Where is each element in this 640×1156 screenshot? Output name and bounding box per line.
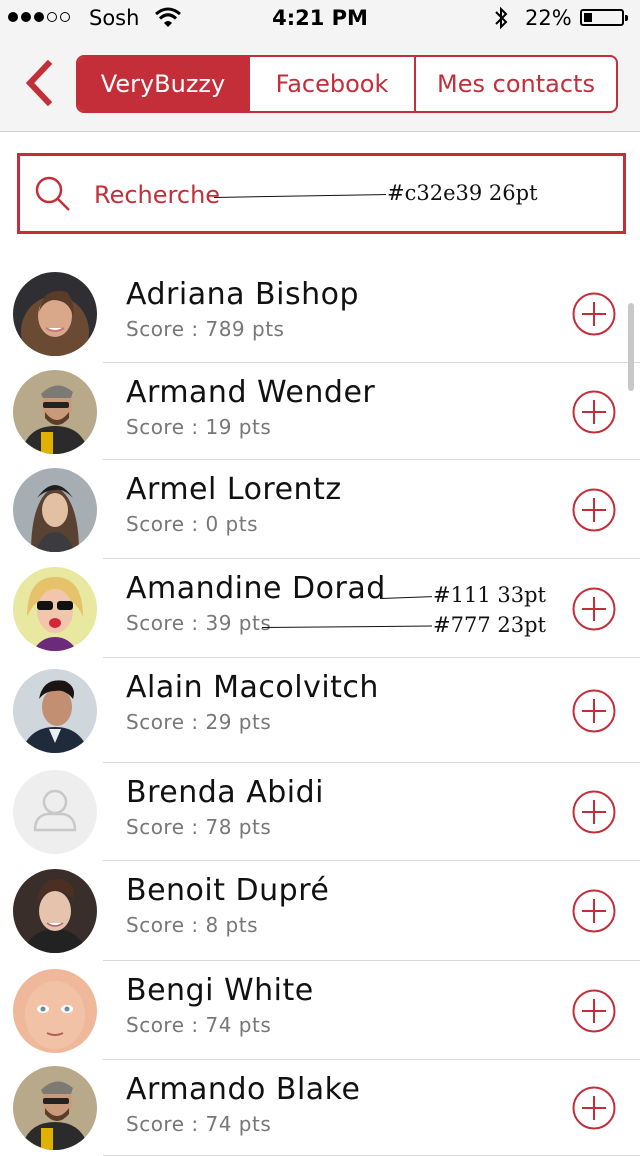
list-item[interactable]: Brenda Abidi Score : 78 pts <box>0 763 640 861</box>
avatar <box>13 369 97 454</box>
avatar <box>13 566 97 651</box>
status-bar: Sosh 4:21 PM 22% <box>0 0 640 36</box>
list-item[interactable]: Alain Macolvitch Score : 29 pts <box>0 658 640 763</box>
tab-verybuzzy[interactable]: VeryBuzzy <box>78 57 248 111</box>
add-contact-plus-icon[interactable] <box>572 488 616 532</box>
contact-name: Brenda Abidi <box>126 775 324 810</box>
avatar <box>13 272 97 356</box>
battery-icon <box>580 9 628 26</box>
contact-name: Armel Lorentz <box>126 472 342 507</box>
list-item[interactable]: Amandine Dorad Score : 39 pts <box>0 559 640 658</box>
avatar <box>13 869 97 953</box>
add-contact-plus-icon[interactable] <box>572 689 616 733</box>
add-contact-plus-icon[interactable] <box>572 790 616 834</box>
list-item[interactable]: Armel Lorentz Score : 0 pts <box>0 460 640 559</box>
add-contact-plus-icon[interactable] <box>572 587 616 631</box>
tab-mes-contacts[interactable]: Mes contacts <box>414 57 616 111</box>
list-item[interactable]: Bengi White Score : 74 pts <box>0 961 640 1060</box>
contact-name: Armand Wender <box>126 375 376 410</box>
add-contact-plus-icon[interactable] <box>572 292 616 336</box>
search-icon <box>35 176 70 211</box>
add-contact-plus-icon[interactable] <box>572 1086 616 1130</box>
scrollbar[interactable] <box>628 303 634 391</box>
contact-name: Alain Macolvitch <box>126 670 379 705</box>
bluetooth-icon <box>495 6 508 30</box>
avatar-placeholder <box>13 770 97 854</box>
tab-facebook[interactable]: Facebook <box>248 57 414 111</box>
contact-score: Score : 8 pts <box>126 913 259 937</box>
list-item[interactable]: Benoit Dupré Score : 8 pts <box>0 861 640 961</box>
source-tabs: VeryBuzzy Facebook Mes contacts <box>76 55 618 113</box>
list-item[interactable]: Armand Wender Score : 19 pts <box>0 363 640 460</box>
back-chevron-icon[interactable] <box>22 60 56 106</box>
contact-score: Score : 19 pts <box>126 415 272 439</box>
avatar <box>13 1066 97 1150</box>
contact-score: Score : 78 pts <box>126 815 272 839</box>
battery-percent: 22% <box>525 6 572 30</box>
avatar <box>13 968 97 1053</box>
avatar <box>13 467 97 552</box>
score-spec-annotation: #777 23pt <box>433 613 546 637</box>
contact-score: Score : 74 pts <box>126 1112 272 1136</box>
contact-score: Score : 29 pts <box>126 710 272 734</box>
contact-name: Benoit Dupré <box>126 873 330 908</box>
avatar <box>13 668 97 753</box>
add-contact-plus-icon[interactable] <box>572 889 616 933</box>
name-spec-annotation: #111 33pt <box>433 583 546 607</box>
add-contact-plus-icon[interactable] <box>572 989 616 1033</box>
list-item[interactable]: Armando Blake Score : 74 pts <box>0 1060 640 1156</box>
list-item[interactable]: Adriana Bishop Score : 789 pts <box>0 265 640 363</box>
contact-name: Armando Blake <box>126 1072 361 1107</box>
contact-score: Score : 39 pts <box>126 611 272 635</box>
contact-score: Score : 74 pts <box>126 1013 272 1037</box>
nav-bar: VeryBuzzy Facebook Mes contacts <box>0 36 640 132</box>
contact-name: Adriana Bishop <box>126 277 359 312</box>
search-spec-annotation: #c32e39 26pt <box>387 181 538 205</box>
contact-name: Amandine Dorad <box>126 571 386 606</box>
contact-score: Score : 789 pts <box>126 317 285 341</box>
contact-score: Score : 0 pts <box>126 512 259 536</box>
add-contact-plus-icon[interactable] <box>572 390 616 434</box>
contact-list: Adriana Bishop Score : 789 pts Armand We… <box>0 265 640 1156</box>
contact-name: Bengi White <box>126 973 314 1008</box>
